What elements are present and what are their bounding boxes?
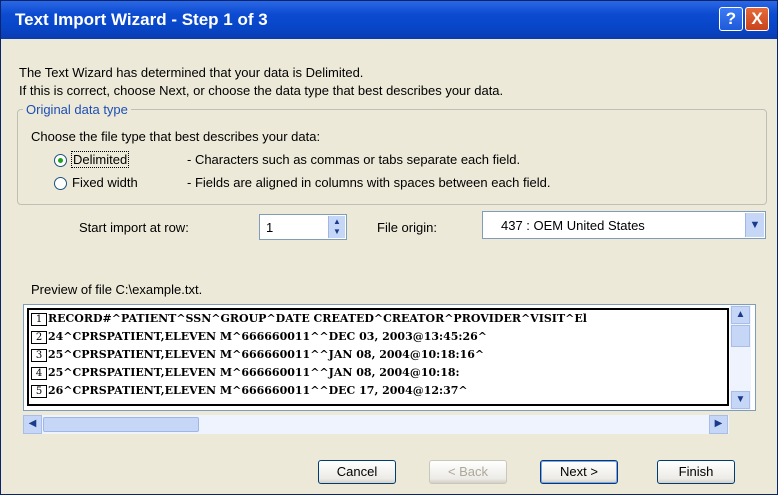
- chevron-down-icon[interactable]: ▼: [745, 213, 764, 237]
- intro-line-2: If this is correct, choose Next, or choo…: [19, 83, 504, 98]
- scroll-right-icon[interactable]: ▶: [709, 415, 728, 434]
- preview-row: 1 RECORD#^PATIENT^SSN^GROUP^DATE CREATED^…: [31, 312, 727, 329]
- delimited-radio[interactable]: [54, 154, 67, 167]
- back-button[interactable]: < Back: [429, 460, 507, 484]
- start-row-value: 1: [266, 220, 274, 235]
- delimited-label-text: Delimited: [71, 151, 130, 168]
- window-title: Text Import Wizard - Step 1 of 3: [15, 10, 268, 29]
- row-number: 2: [31, 331, 47, 344]
- file-origin-value: 437 : OEM United States: [501, 218, 645, 233]
- fixed-width-description: - Fields are aligned in columns with spa…: [187, 175, 551, 190]
- spin-down-icon[interactable]: ▼: [333, 227, 341, 236]
- preview-data-area: 1 RECORD#^PATIENT^SSN^GROUP^DATE CREATED^…: [27, 308, 729, 406]
- spinner-buttons[interactable]: ▲ ▼: [328, 216, 345, 238]
- finish-button[interactable]: Finish: [657, 460, 735, 484]
- scroll-up-icon[interactable]: ▲: [731, 306, 750, 324]
- intro-line-1: The Text Wizard has determined that your…: [19, 65, 364, 80]
- radio-selected-dot: [58, 158, 63, 163]
- row-number: 3: [31, 349, 47, 362]
- row-number: 1: [31, 313, 47, 326]
- fixed-width-radio[interactable]: [54, 177, 67, 190]
- row-text: RECORD#^PATIENT^SSN^GROUP^DATE CREATED^C…: [48, 312, 587, 325]
- next-button[interactable]: Next >: [540, 460, 618, 484]
- preview-label: Preview of file C:\example.txt.: [31, 282, 203, 297]
- file-type-prompt: Choose the file type that best describes…: [31, 129, 321, 144]
- file-origin-label: File origin:: [377, 220, 437, 235]
- text-import-wizard-window: Text Import Wizard - Step 1 of 3 ? X The…: [0, 0, 778, 495]
- cancel-button[interactable]: Cancel: [318, 460, 396, 484]
- group-legend: Original data type: [23, 102, 131, 117]
- horizontal-scroll-thumb[interactable]: [43, 417, 199, 432]
- preview-row: 3 25^CPRSPATIENT,ELEVEN M^666660011^^JAN …: [31, 348, 727, 365]
- close-button[interactable]: X: [745, 7, 769, 31]
- title-bar[interactable]: Text Import Wizard - Step 1 of 3 ? X: [1, 1, 777, 39]
- start-row-label: Start import at row:: [79, 220, 189, 235]
- file-preview[interactable]: 1 RECORD#^PATIENT^SSN^GROUP^DATE CREATED^…: [23, 304, 756, 411]
- scroll-down-icon[interactable]: ▼: [731, 391, 750, 409]
- row-number: 5: [31, 385, 47, 398]
- row-text: 24^CPRSPATIENT,ELEVEN M^666660011^^DEC 0…: [48, 330, 487, 343]
- row-text: 25^CPRSPATIENT,ELEVEN M^666660011^^JAN 0…: [48, 348, 485, 361]
- spin-up-icon[interactable]: ▲: [333, 217, 341, 226]
- row-number: 4: [31, 367, 47, 380]
- scroll-left-icon[interactable]: ◀: [23, 415, 42, 434]
- delimited-label[interactable]: Delimited: [71, 151, 130, 168]
- delimited-description: - Characters such as commas or tabs sepa…: [187, 152, 521, 167]
- horizontal-scrollbar[interactable]: ◀ ▶: [23, 415, 729, 434]
- start-row-spinner[interactable]: 1 ▲ ▼: [259, 214, 347, 240]
- vertical-scrollbar[interactable]: ▲ ▼: [730, 305, 751, 410]
- scroll-thumb[interactable]: [731, 325, 750, 347]
- row-text: 25^CPRSPATIENT,ELEVEN M^666660011^^JAN 0…: [48, 366, 460, 379]
- preview-row: 5 26^CPRSPATIENT,ELEVEN M^666660011^^DEC …: [31, 384, 727, 401]
- file-origin-select[interactable]: 437 : OEM United States ▼: [482, 211, 766, 239]
- preview-row: 2 24^CPRSPATIENT,ELEVEN M^666660011^^DEC …: [31, 330, 727, 347]
- help-button[interactable]: ?: [719, 7, 743, 31]
- fixed-width-label[interactable]: Fixed width: [72, 175, 138, 190]
- row-text: 26^CPRSPATIENT,ELEVEN M^666660011^^DEC 1…: [48, 384, 468, 397]
- preview-row: 4 25^CPRSPATIENT,ELEVEN M^666660011^^JAN …: [31, 366, 727, 383]
